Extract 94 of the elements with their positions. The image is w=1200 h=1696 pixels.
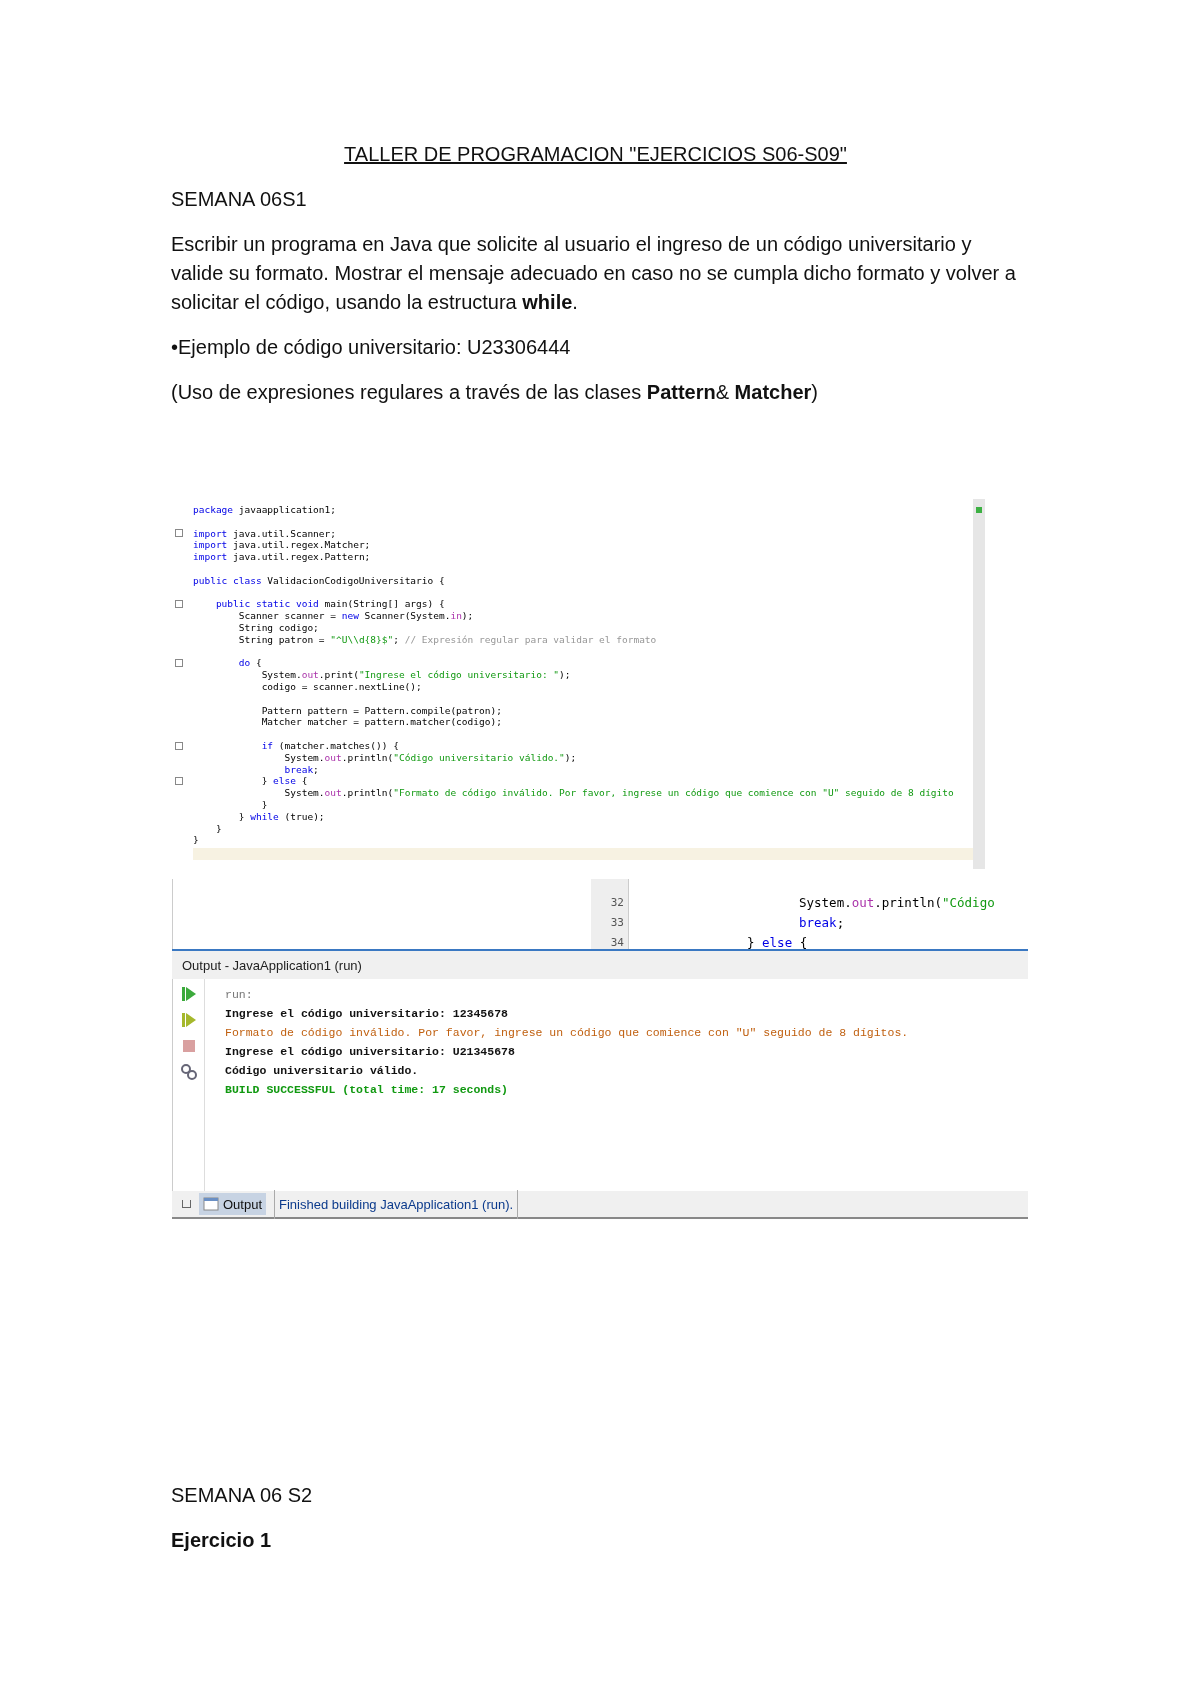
code-token: do <box>237 657 251 669</box>
settings-icon[interactable] <box>179 1063 198 1081</box>
code-token: out <box>324 787 342 799</box>
code-token: in <box>450 610 462 622</box>
code-token: String codigo; <box>237 621 319 633</box>
line-number: 34 <box>609 935 624 951</box>
code-token: Scanner scanner = <box>237 610 337 622</box>
code-token: import <box>193 551 228 563</box>
code-token: } <box>260 775 269 787</box>
code-token: { <box>300 775 308 787</box>
code-token: import <box>193 539 228 551</box>
code-token: System. <box>799 895 852 910</box>
code-token: java.util.regex.Pattern; <box>232 551 371 563</box>
code-token: { <box>254 657 262 669</box>
code-token: if <box>260 739 274 751</box>
code-token: } <box>747 935 756 949</box>
output-line: Ingrese el código universitario: 12345678 <box>225 1006 509 1022</box>
code-token: System. <box>283 787 325 799</box>
code-token: (matcher.matches()) { <box>277 739 399 751</box>
marker-icon <box>976 507 982 513</box>
paragraph: Escribir un programa en Java que solicite al usuario el ingreso de un código universitario y valide su formato. Mostrar el mensaje adecuado en caso no se cumpla dicho formato y volver a solicitar el código, usando la estructura while. <box>171 232 1017 315</box>
code-token: "Formato de código inválido. Por favor, ingrese un código que comience con "U" seguido de 8 dígito <box>393 787 954 799</box>
code-token: javaapplication1; <box>237 504 336 515</box>
code-token: ; <box>313 763 319 775</box>
code-token: else <box>273 775 296 787</box>
code-token: Scanner(System. <box>363 610 451 622</box>
code-token: .println( <box>341 751 394 763</box>
code-token: } <box>237 810 246 822</box>
minimize-icon[interactable] <box>182 1200 191 1208</box>
code-token: "Ingrese el código universitario: " <box>358 669 560 681</box>
code-token: main(String[] args) { <box>323 598 445 610</box>
line-number: 32 <box>609 895 624 911</box>
code-token: } <box>214 822 222 834</box>
code-token: .println( <box>341 787 394 799</box>
code-token: out <box>851 895 875 910</box>
document-title: TALLER DE PROGRAMACION "EJERCICIOS S06-S09" <box>344 142 847 167</box>
section-heading: SEMANA 06S1 <box>171 187 308 212</box>
code-token: Pattern pattern = Pattern.compile(patron); <box>260 704 502 716</box>
fold-icon[interactable] <box>175 529 183 538</box>
code-token: java.util.regex.Matcher; <box>232 539 371 551</box>
code-token: Matcher matcher = pattern.matcher(codigo); <box>260 716 502 728</box>
code-token: ValidacionCodigoUniversitario { <box>266 574 445 586</box>
fold-icon[interactable] <box>175 741 183 750</box>
code-token: { <box>798 935 808 949</box>
code-token: .println( <box>874 895 942 910</box>
paragraph: •Ejemplo de código universitario: U23306444 <box>171 335 572 360</box>
code-token: package <box>193 504 234 515</box>
output-line: run: <box>225 987 254 1003</box>
code-token: else <box>762 935 793 949</box>
code-token: (true); <box>283 810 325 822</box>
code-token: System. <box>283 751 325 763</box>
line-number: 33 <box>609 915 624 931</box>
code-token: System. <box>260 669 302 681</box>
code-token: break <box>799 915 837 930</box>
exercise-heading: Ejercicio 1 <box>171 1528 273 1553</box>
fold-icon[interactable] <box>175 659 183 668</box>
code-token: java.util.Scanner; <box>232 527 336 539</box>
code-token: out <box>324 751 342 763</box>
rerun-icon[interactable] <box>179 1011 198 1029</box>
code-token: .print( <box>318 669 359 681</box>
output-line: BUILD SUCCESSFUL (total time: 17 seconds) <box>225 1082 509 1098</box>
code-token: while <box>250 810 279 822</box>
panel-title: Output - JavaApplication1 (run) <box>182 956 362 975</box>
code-token: ); <box>461 610 474 622</box>
output-tab[interactable]: Output <box>199 1193 267 1215</box>
code-token: String patron = <box>237 633 326 645</box>
code-token: "^U\\d{8}$" <box>330 633 394 645</box>
fold-icon[interactable] <box>175 777 183 786</box>
paragraph: (Uso de expresiones regulares a través de las clases Pattern& Matcher) <box>171 380 819 405</box>
code-token: import <box>193 527 228 539</box>
status-message: Finished building JavaApplication1 (run). <box>274 1189 519 1219</box>
code-token: } <box>193 834 199 846</box>
code-token: new <box>341 610 359 622</box>
code-token: ; <box>836 915 845 930</box>
fold-icon[interactable] <box>175 600 183 609</box>
code-token: public class <box>193 574 262 586</box>
rerun-icon[interactable] <box>179 985 198 1003</box>
code-token: // Expresión regular para validar el formato <box>404 633 657 645</box>
output-line: Ingrese el código universitario: U21345678 <box>225 1044 516 1060</box>
code-token: } <box>260 798 268 810</box>
code-token: ); <box>559 669 571 681</box>
section-heading: SEMANA 06 S2 <box>171 1483 314 1508</box>
code-token: "Código universitario válido." <box>393 751 565 763</box>
window-icon <box>203 1197 219 1211</box>
output-line: Código universitario válido. <box>225 1063 420 1079</box>
code-token: codigo = scanner.nextLine(); <box>260 680 422 692</box>
scrollbar[interactable] <box>973 499 985 869</box>
code-token: public static void <box>214 598 319 610</box>
code-token: ; <box>393 633 400 645</box>
code-token: break <box>283 763 314 775</box>
output-line: Formato de código inválido. Por favor, ingrese un código que comience con "U" seguido de 8 dígitos. <box>225 1025 909 1041</box>
code-token: ); <box>564 751 577 763</box>
code-token: "Código <box>942 895 995 910</box>
code-token: out <box>301 669 319 681</box>
